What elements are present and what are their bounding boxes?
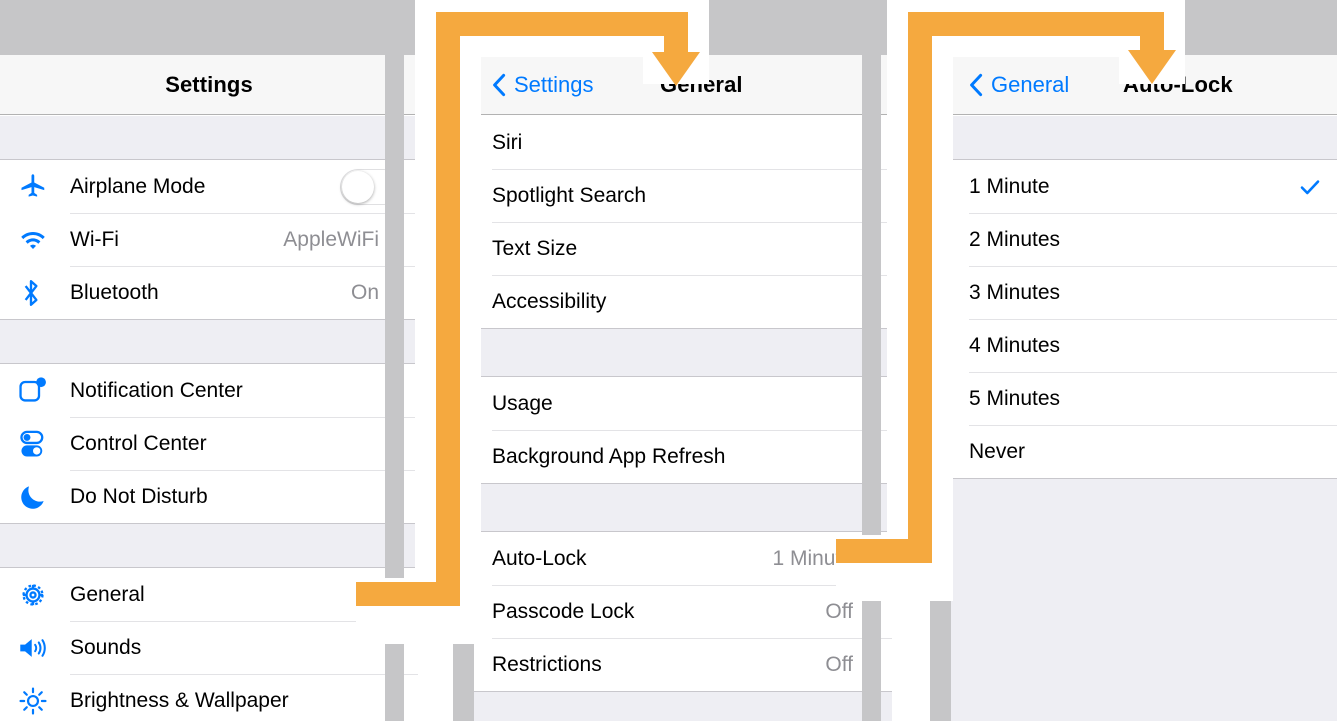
auto-lock-option-2-minutes[interactable]: 2 Minutes [951,213,1337,266]
settings-row-label: Wi-Fi [70,227,119,251]
general-row-accessibility[interactable]: Accessibility [474,275,892,328]
settings-row-label: Sounds [70,635,142,659]
navigation-bar: Settings [0,55,418,115]
page-edge-strip [385,0,404,721]
page-title: Settings [165,71,253,97]
notification-center-icon [18,376,70,406]
general-group-2: Usage Background App Refresh [474,376,892,484]
general-group-1: Siri Spotlight Search Text Size Accessib… [474,116,892,329]
auto-lock-panel: General Auto-Lock 1 Minute 2 Minutes 3 M… [951,0,1337,721]
settings-row-value: AppleWiFi [283,227,379,251]
general-row-spotlight-search[interactable]: Spotlight Search [474,169,892,222]
settings-row-control-center[interactable]: Control Center [0,417,418,470]
general-row-text-size[interactable]: Text Size [474,222,892,275]
settings-list[interactable]: Airplane Mode Wi-Fi AppleWiFi Bluetooth … [0,116,418,721]
list-gap [0,524,418,567]
settings-row-label: Notification Center [70,378,243,402]
general-row-restrictions[interactable]: Restrictions Off [474,638,892,691]
list-gap [0,116,418,159]
status-bar [0,0,418,55]
general-panel: Settings General Siri Spotlight Search T… [474,0,892,721]
general-row-background-app-refresh[interactable]: Background App Refresh [474,430,892,483]
navigation-bar: Settings General [474,55,892,115]
auto-lock-option-4-minutes[interactable]: 4 Minutes [951,319,1337,372]
screenshot-stage: Settings Airplane Mode Wi-Fi AppleWiFi B… [0,0,1337,721]
general-row-label: Background App Refresh [492,444,726,468]
general-row-label: Accessibility [492,289,607,313]
settings-row-label: Bluetooth [70,280,159,304]
general-row-label: Text Size [492,236,578,260]
settings-row-do-not-disturb[interactable]: Do Not Disturb [0,470,418,523]
settings-row-general[interactable]: General [0,568,418,621]
airplane-icon [18,172,70,202]
settings-group-notifications: Notification Center Control Center Do No… [0,363,418,524]
general-row-label: Passcode Lock [492,599,635,623]
general-row-auto-lock[interactable]: Auto-Lock 1 Minute [474,532,892,585]
auto-lock-option-label: Never [969,439,1026,463]
settings-row-label: Control Center [70,431,207,455]
auto-lock-option-label: 4 Minutes [969,333,1061,357]
auto-lock-option-label: 1 Minute [969,174,1050,198]
checkmark-icon [1300,179,1320,194]
settings-row-wifi[interactable]: Wi-Fi AppleWiFi [0,213,418,266]
list-gap [474,329,892,376]
gear-icon [18,580,70,610]
general-row-label: Restrictions [492,652,602,676]
settings-row-label: General [70,582,145,606]
auto-lock-option-label: 2 Minutes [969,227,1061,251]
auto-lock-option-3-minutes[interactable]: 3 Minutes [951,266,1337,319]
auto-lock-option-label: 3 Minutes [969,280,1061,304]
settings-panel: Settings Airplane Mode Wi-Fi AppleWiFi B… [0,0,418,721]
status-bar [474,0,892,55]
general-row-label: Siri [492,130,523,154]
general-list[interactable]: Siri Spotlight Search Text Size Accessib… [474,116,892,721]
general-row-siri[interactable]: Siri [474,116,892,169]
settings-group-connectivity: Airplane Mode Wi-Fi AppleWiFi Bluetooth … [0,159,418,320]
bluetooth-icon [18,278,70,308]
settings-row-value: On [350,280,379,304]
brightness-icon [18,686,70,716]
auto-lock-options-group: 1 Minute 2 Minutes 3 Minutes 4 Minutes 5… [951,159,1337,479]
auto-lock-option-5-minutes[interactable]: 5 Minutes [951,372,1337,425]
auto-lock-option-1-minute[interactable]: 1 Minute [951,160,1337,213]
settings-group-system: General Sounds Brightness & Wallpaper [0,567,418,721]
general-group-3: Auto-Lock 1 Minute Passcode Lock Off Res… [474,531,892,692]
general-row-usage[interactable]: Usage [474,377,892,430]
wifi-icon [18,227,70,253]
settings-row-brightness-wallpaper[interactable]: Brightness & Wallpaper [0,674,418,721]
do-not-disturb-icon [18,482,70,512]
sounds-icon [18,633,70,663]
list-gap [951,116,1337,159]
page-title: General [660,71,743,97]
navigation-bar: General Auto-Lock [951,55,1337,115]
control-center-icon [18,429,70,459]
settings-row-label: Brightness & Wallpaper [70,688,289,712]
general-row-value: 1 Minute [772,546,853,570]
settings-row-notification-center[interactable]: Notification Center [0,364,418,417]
settings-row-label: Do Not Disturb [70,484,208,508]
general-row-label: Usage [492,391,553,415]
page-title: Auto-Lock [1123,71,1233,97]
page-edge-strip [862,0,881,721]
settings-row-sounds[interactable]: Sounds [0,621,418,674]
general-row-label: Auto-Lock [492,546,587,570]
settings-row-airplane-mode[interactable]: Airplane Mode [0,160,418,213]
general-row-value: Off [825,599,853,623]
list-gap [0,320,418,363]
settings-row-bluetooth[interactable]: Bluetooth On [0,266,418,319]
general-row-passcode-lock[interactable]: Passcode Lock Off [474,585,892,638]
general-row-value: Off [825,652,853,676]
page-edge-strip [930,0,951,721]
list-gap [474,484,892,531]
status-bar [951,0,1337,55]
page-edge-strip [453,0,474,721]
auto-lock-list[interactable]: 1 Minute 2 Minutes 3 Minutes 4 Minutes 5… [951,116,1337,721]
general-row-label: Spotlight Search [492,183,647,207]
auto-lock-option-label: 5 Minutes [969,386,1061,410]
settings-row-label: Airplane Mode [70,174,206,198]
auto-lock-option-never[interactable]: Never [951,425,1337,478]
